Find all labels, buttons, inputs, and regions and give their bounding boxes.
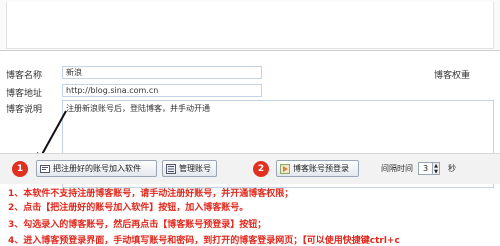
add-account-label: 把注册好的账号加入软件	[53, 164, 141, 173]
instruction-line-4: 4、进入博客预登录界面，手动填写账号和密码，到打开的博客登录网页；【可以使用快捷…	[8, 236, 400, 246]
blog-desc-label: 博客说明	[6, 105, 43, 115]
blog-name-input[interactable]: 新浪	[62, 66, 262, 79]
manage-accounts-label: 管理账号	[179, 164, 211, 173]
step-2-badge: 2	[253, 161, 269, 177]
interval-input[interactable]: 3	[418, 162, 433, 175]
step-1-badge: 1	[12, 161, 28, 177]
blog-weight-label: 博客权重	[434, 71, 471, 81]
add-account-button[interactable]: 把注册好的账号加入软件	[36, 160, 157, 177]
interval-label: 间隔时间	[381, 164, 413, 173]
upper-panel-content	[6, 2, 494, 49]
blog-name-label: 博客名称	[6, 71, 43, 81]
prelogin-button[interactable]: 博客账号预登录	[276, 160, 359, 177]
instruction-line-2: 2、点击【把注册好的账号加入软件】按钮，加入博客账号。	[8, 203, 249, 213]
login-icon	[280, 163, 290, 174]
prelogin-label: 博客账号预登录	[293, 164, 349, 173]
blog-form: 博客名称 新浪 博客权重 博客地址 http://blog.sina.com.c…	[0, 60, 500, 188]
upper-panel	[0, 0, 500, 51]
manage-accounts-button[interactable]: 管理账号	[162, 160, 217, 177]
seconds-label: 秒	[448, 164, 456, 173]
toolbar: 1 把注册好的账号加入软件 管理账号 2 博客账号预登录 间隔时间 3 ▲ ▼ 秒	[0, 153, 500, 184]
add-account-icon	[40, 164, 50, 174]
interval-stepper[interactable]: ▲ ▼	[433, 162, 440, 175]
accounts-icon	[166, 163, 176, 174]
instruction-line-1: 1、本软件不支持注册博客账号，请手动注册好账号，并开通博客权限；	[8, 189, 294, 199]
blog-url-input[interactable]: http://blog.sina.com.cn	[62, 84, 262, 97]
instruction-line-3: 3、勾选录入的博客账号，然后再点击【博客账号预登录】按钮；	[8, 220, 267, 230]
blog-url-label: 博客地址	[6, 89, 43, 99]
